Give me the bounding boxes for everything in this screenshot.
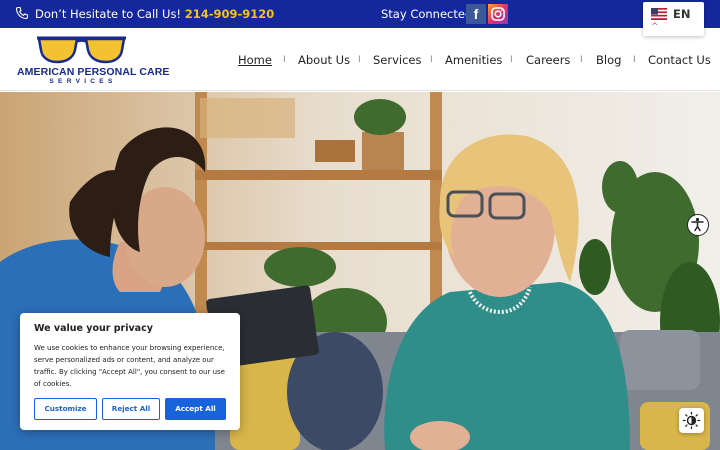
language-code: EN xyxy=(673,7,691,21)
glasses-logo-icon[interactable] xyxy=(35,34,128,64)
cookie-title: We value your privacy xyxy=(34,323,153,334)
nav-separator: I xyxy=(633,55,636,65)
customize-button[interactable]: Customize xyxy=(34,398,97,420)
contrast-toggle-icon[interactable] xyxy=(679,408,704,433)
stay-connected-label: Stay Connected xyxy=(381,7,473,21)
nav-contact-us[interactable]: Contact Us xyxy=(648,53,711,67)
call-us-text: Don’t Hesitate to Call Us! 214-909-9120 xyxy=(35,7,274,21)
nav-careers[interactable]: Careers xyxy=(526,53,570,67)
nav-separator: I xyxy=(430,55,433,65)
nav-blog[interactable]: Blog xyxy=(596,53,621,67)
call-prefix: Don’t Hesitate to Call Us! xyxy=(35,7,182,21)
nav-amenities[interactable]: Amenities xyxy=(445,53,502,67)
phone-link[interactable]: 214-909-9120 xyxy=(185,7,275,21)
instagram-icon[interactable] xyxy=(488,4,508,24)
facebook-icon[interactable]: f xyxy=(466,4,486,24)
cookie-body: We use cookies to enhance your browsing … xyxy=(34,344,225,388)
nav-separator: I xyxy=(510,55,513,65)
phone-icon xyxy=(15,6,29,20)
cookie-consent-banner: We value your privacy We use cookies to … xyxy=(20,313,240,430)
us-flag-icon xyxy=(651,8,667,20)
nav-separator: I xyxy=(580,55,583,65)
accessibility-icon[interactable] xyxy=(687,214,709,236)
site-header: AMERICAN PERSONAL CARE SERVICES Home I A… xyxy=(0,28,720,91)
accept-all-button[interactable]: Accept All xyxy=(165,398,226,420)
top-bar: Don’t Hesitate to Call Us! 214-909-9120 … xyxy=(0,0,720,28)
nav-about-us[interactable]: About Us xyxy=(298,53,350,67)
nav-home[interactable]: Home xyxy=(238,53,272,67)
nav-separator: I xyxy=(358,55,361,65)
reject-all-button[interactable]: Reject All xyxy=(102,398,160,420)
chevron-up-icon: ^ xyxy=(651,22,659,32)
nav-services[interactable]: Services xyxy=(373,53,422,67)
language-switcher[interactable]: EN ^ xyxy=(643,2,704,36)
logo-subtitle: SERVICES xyxy=(49,78,117,85)
logo-name[interactable]: AMERICAN PERSONAL CARE xyxy=(17,66,169,78)
nav-separator: I xyxy=(283,55,286,65)
